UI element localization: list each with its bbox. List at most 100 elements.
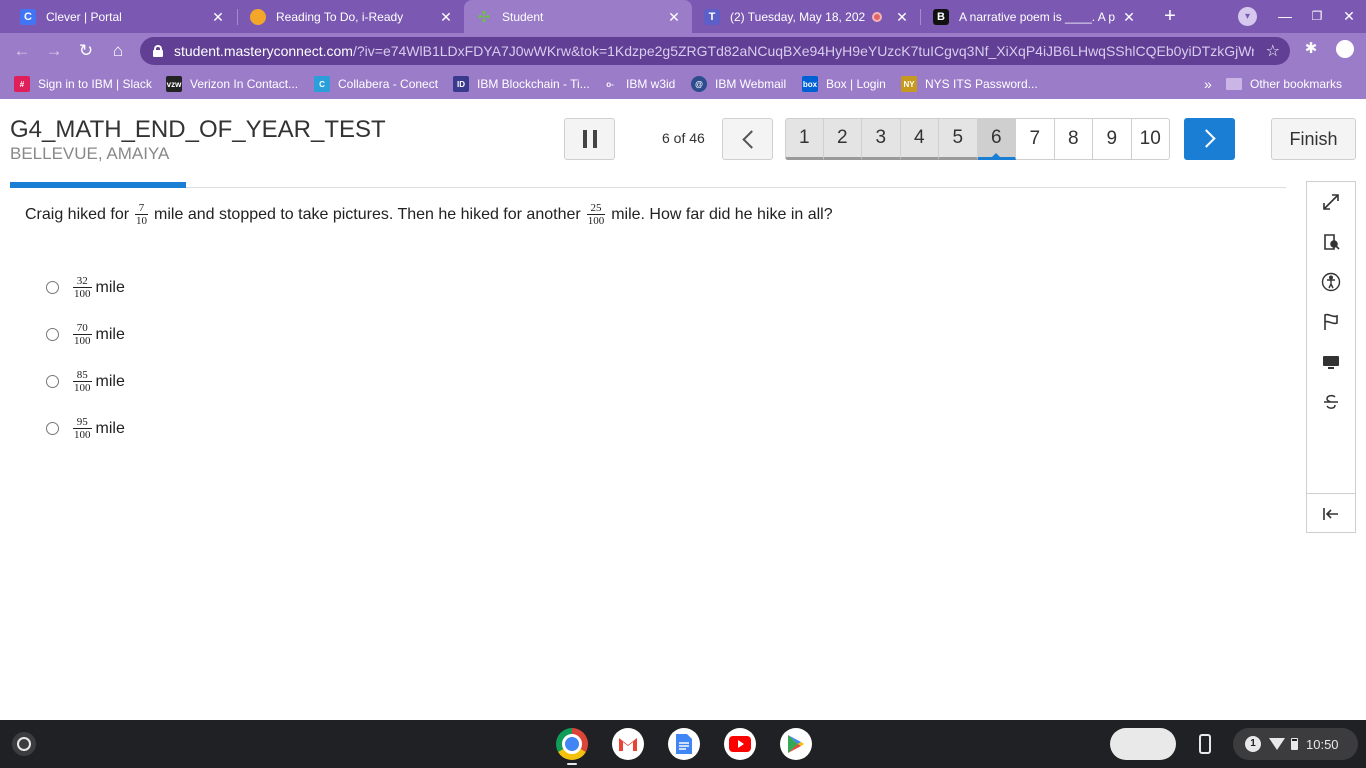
bookmark-label: Verizon In Contact...: [190, 77, 299, 91]
bookmark-slack[interactable]: # Sign in to IBM | Slack: [14, 69, 152, 99]
bookmark-verizon[interactable]: vzw Verizon In Contact...: [166, 69, 298, 99]
question-nav-2[interactable]: 2: [823, 118, 862, 160]
browser-tab-iready[interactable]: Reading To Do, i-Ready ✕: [238, 0, 464, 33]
notification-count: 1: [1245, 736, 1261, 752]
gmail-icon[interactable]: [612, 728, 644, 760]
chrome-icon[interactable]: [556, 728, 588, 760]
radio-button[interactable]: [46, 375, 59, 388]
fraction-numerator: 70: [76, 322, 88, 334]
folder-icon: [1226, 78, 1242, 90]
tab-search-icon[interactable]: ▾: [1238, 7, 1257, 26]
bookmark-ibm-webmail[interactable]: @ IBM Webmail: [691, 69, 786, 99]
play-store-icon[interactable]: [780, 728, 812, 760]
close-tab-icon[interactable]: ✕: [1121, 9, 1137, 25]
answer-choice-d[interactable]: 95 100 mile: [46, 405, 125, 452]
question-nav-6[interactable]: 6: [977, 118, 1016, 160]
url-host: student.masteryconnect.com: [174, 43, 353, 59]
box-icon: box: [802, 76, 818, 92]
close-tab-icon[interactable]: ✕: [894, 9, 910, 25]
home-icon[interactable]: ⌂: [106, 39, 130, 63]
bookmark-ibm-blockchain[interactable]: ID IBM Blockchain - Ti...: [453, 69, 590, 99]
phone-hub-icon[interactable]: [1196, 732, 1214, 756]
next-question-button[interactable]: [1184, 118, 1235, 160]
question-navigator: 1 2 3 4 5 6 7 8 9 10: [785, 118, 1170, 160]
url-text[interactable]: student.masteryconnect.com/?iv=e74WlB1LD…: [174, 43, 1254, 59]
extensions-icon[interactable]: ✱: [1302, 40, 1320, 58]
browser-tab-strip: C Clever | Portal ✕ Reading To Do, i-Rea…: [0, 0, 1366, 33]
calculator-icon[interactable]: [1307, 342, 1355, 382]
bookmark-other[interactable]: Other bookmarks: [1226, 69, 1342, 99]
answer-choice-c[interactable]: 85 100 mile: [46, 358, 125, 405]
answer-choice-a[interactable]: 32 100 mile: [46, 264, 125, 311]
launcher-icon[interactable]: [12, 732, 36, 756]
radio-button[interactable]: [46, 281, 59, 294]
close-tab-icon[interactable]: ✕: [666, 9, 682, 25]
fraction: 32 100: [73, 275, 92, 300]
youtube-icon[interactable]: [724, 728, 756, 760]
bookmark-label: IBM w3id: [626, 77, 676, 91]
verizon-icon: vzw: [166, 76, 182, 92]
reload-icon[interactable]: ↻: [74, 39, 98, 63]
back-icon[interactable]: ←: [10, 39, 34, 63]
finish-button[interactable]: Finish: [1271, 118, 1356, 160]
tab-title: A narrative poem is ____. A po: [959, 9, 1115, 24]
collapse-icon[interactable]: [1307, 494, 1355, 534]
radio-button[interactable]: [46, 328, 59, 341]
question-nav-1[interactable]: 1: [785, 118, 824, 160]
previous-question-button[interactable]: [722, 118, 773, 160]
flag-icon[interactable]: [1307, 302, 1355, 342]
chrome-center: [562, 734, 582, 754]
browser-tab-student[interactable]: ✣ Student ✕: [464, 0, 692, 33]
tools-panel: [1306, 181, 1356, 533]
close-tab-icon[interactable]: ✕: [210, 9, 226, 25]
expand-icon[interactable]: [1307, 182, 1355, 222]
lock-icon: [153, 45, 163, 57]
forward-icon[interactable]: →: [42, 39, 66, 63]
address-bar[interactable]: student.masteryconnect.com/?iv=e74WlB1LD…: [140, 37, 1290, 65]
fraction-denominator: 100: [586, 214, 606, 227]
question-stem: Craig hiked for 7 10 mile and stopped to…: [25, 202, 833, 227]
question-nav-3[interactable]: 3: [862, 118, 901, 160]
question-nav-8[interactable]: 8: [1054, 118, 1093, 160]
new-tab-icon[interactable]: +: [1158, 5, 1182, 29]
bookmark-label: Sign in to IBM | Slack: [38, 77, 152, 91]
close-tab-icon[interactable]: ✕: [438, 9, 454, 25]
taskbar-pod[interactable]: [1110, 728, 1176, 760]
bookmark-ibm-w3id[interactable]: o- IBM w3id: [602, 69, 675, 99]
question-nav-10[interactable]: 10: [1131, 118, 1170, 160]
radio-button[interactable]: [46, 422, 59, 435]
browser-tab-clever[interactable]: C Clever | Portal ✕: [8, 0, 236, 33]
question-nav-7[interactable]: 7: [1016, 118, 1055, 160]
docs-icon[interactable]: [668, 728, 700, 760]
choice-unit: mile: [95, 278, 125, 296]
minimize-icon[interactable]: —: [1273, 6, 1297, 26]
wifi-icon: [1269, 738, 1285, 750]
reference-icon[interactable]: [1307, 222, 1355, 262]
close-window-icon[interactable]: ✕: [1337, 6, 1361, 26]
collabera-icon: C: [314, 76, 330, 92]
question-nav-9[interactable]: 9: [1093, 118, 1132, 160]
strikethrough-icon[interactable]: [1307, 382, 1355, 422]
masteryconnect-favicon-icon: ✣: [477, 8, 491, 26]
browser-toolbar: ← → ↻ ⌂ student.masteryconnect.com/?iv=e…: [0, 33, 1366, 69]
teams-favicon-icon: T: [704, 8, 720, 25]
more-bookmarks-icon[interactable]: »: [1204, 69, 1212, 99]
bookmark-collabera[interactable]: C Collabera - Conect: [314, 69, 438, 99]
browser-tab-teams[interactable]: T (2) Tuesday, May 18, 2021 ✕: [692, 0, 920, 33]
question-nav-4[interactable]: 4: [900, 118, 939, 160]
fraction-numerator: 7: [138, 202, 145, 214]
question-nav-5[interactable]: 5: [939, 118, 978, 160]
accessibility-icon[interactable]: [1307, 262, 1355, 302]
restore-icon[interactable]: ❐: [1305, 6, 1329, 26]
url-path: /?iv=e74WlB1LDxFDYA7J0wWKrw&tok=1Kdzpe2g…: [352, 43, 1254, 59]
pause-button[interactable]: [564, 118, 615, 160]
fraction-numerator: 95: [76, 416, 88, 428]
profile-avatar[interactable]: [1336, 40, 1354, 58]
bookmark-nys-its[interactable]: NY NYS ITS Password...: [901, 69, 1038, 99]
bookmark-star-icon[interactable]: ☆: [1266, 41, 1280, 61]
browser-tab-brainly[interactable]: B A narrative poem is ____. A po ✕: [921, 0, 1147, 33]
bookmark-box[interactable]: box Box | Login: [802, 69, 886, 99]
tab-title: Reading To Do, i-Ready: [276, 9, 404, 24]
answer-choice-b[interactable]: 70 100 mile: [46, 311, 125, 358]
status-tray[interactable]: 1 10:50: [1233, 728, 1358, 760]
